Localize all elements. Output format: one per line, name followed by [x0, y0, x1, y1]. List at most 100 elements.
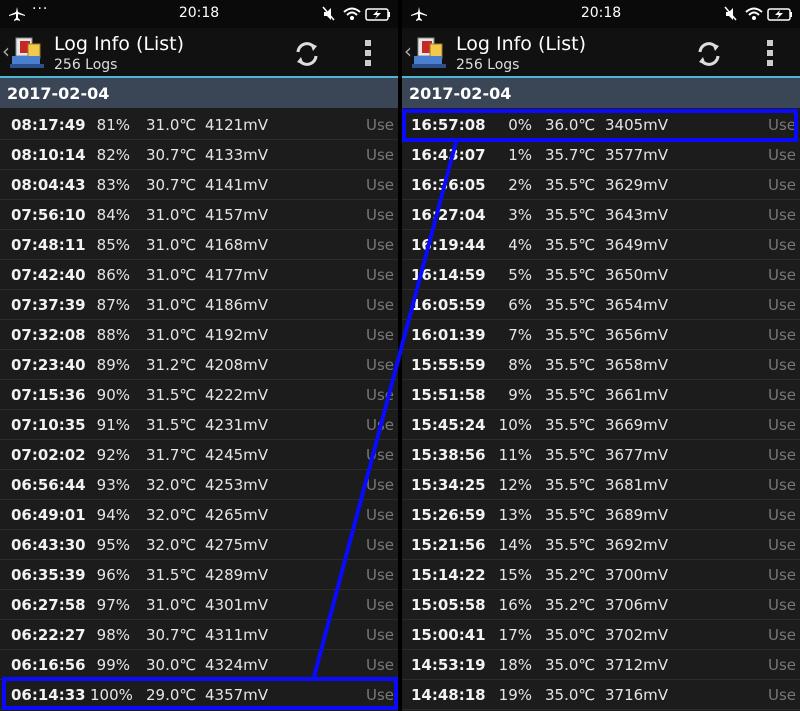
log-row[interactable]: 06:16:56 99% 30.0℃ 4324mV Use [0, 650, 398, 680]
log-row[interactable]: 06:43:30 95% 32.0℃ 4275mV Use [0, 530, 398, 560]
voltage: 4265mV [205, 506, 269, 524]
log-row[interactable]: 16:19:44 4% 35.5℃ 3649mV Use [402, 230, 800, 260]
log-row[interactable]: 08:10:14 82% 30.7℃ 4133mV Use [0, 140, 398, 170]
app-logo-icon[interactable] [10, 36, 46, 70]
log-time: 16:57:08 [411, 116, 486, 134]
log-row[interactable]: 14:53:19 18% 35.0℃ 3712mV Use [402, 650, 800, 680]
battery-percent: 91% [96, 416, 130, 434]
log-row[interactable]: 15:05:58 16% 35.2℃ 3706mV Use [402, 590, 800, 620]
log-row[interactable]: 06:14:33 100% 29.0℃ 4357mV Use [0, 680, 398, 710]
status-icons [724, 6, 792, 21]
log-row[interactable]: 16:57:08 0% 36.0℃ 3405mV Use [402, 110, 800, 140]
temperature: 35.5℃ [545, 476, 596, 494]
use-label: Use [767, 626, 796, 644]
log-row[interactable]: 15:34:25 12% 35.5℃ 3681mV Use [402, 470, 800, 500]
battery-percent: 95% [96, 536, 130, 554]
temperature: 35.0℃ [545, 686, 596, 704]
log-row[interactable]: 16:14:59 5% 35.5℃ 3650mV Use [402, 260, 800, 290]
log-time: 14:53:19 [411, 656, 486, 674]
log-row[interactable]: 15:00:41 17% 35.0℃ 3702mV Use [402, 620, 800, 650]
temperature: 30.0℃ [146, 656, 197, 674]
log-row[interactable]: 07:32:08 88% 31.0℃ 4192mV Use [0, 320, 398, 350]
log-row[interactable]: 07:15:36 90% 31.5℃ 4222mV Use [0, 380, 398, 410]
battery-percent: 16% [498, 596, 532, 614]
use-label: Use [767, 356, 796, 374]
status-bar: 20:18 [402, 0, 800, 28]
log-time: 15:34:25 [411, 476, 486, 494]
log-row[interactable]: 15:51:58 9% 35.5℃ 3661mV Use [402, 380, 800, 410]
log-time: 15:51:58 [411, 386, 486, 404]
log-row[interactable]: 07:56:10 84% 31.0℃ 4157mV Use [0, 200, 398, 230]
log-row[interactable]: 14:48:18 19% 35.0℃ 3716mV Use [402, 680, 800, 710]
log-list[interactable]: 16:57:08 0% 36.0℃ 3405mV Use 16:43:07 1% 35.7℃ 3… [402, 110, 800, 710]
voltage: 3689mV [605, 506, 669, 524]
temperature: 30.7℃ [146, 176, 197, 194]
log-row[interactable]: 06:22:27 98% 30.7℃ 4311mV Use [0, 620, 398, 650]
overflow-menu-icon[interactable] [767, 40, 773, 66]
date-header: 2017-02-04 [0, 78, 398, 108]
temperature: 31.0℃ [146, 266, 197, 284]
app-logo-icon[interactable] [412, 36, 448, 70]
temperature: 35.2℃ [545, 566, 596, 584]
use-label: Use [365, 566, 394, 584]
back-chevron-icon[interactable]: ‹ [404, 39, 412, 63]
date-label: 2017-02-04 [409, 84, 512, 103]
log-time: 16:14:59 [411, 266, 486, 284]
log-row[interactable]: 08:04:43 83% 30.7℃ 4141mV Use [0, 170, 398, 200]
temperature: 32.0℃ [146, 536, 197, 554]
log-row[interactable]: 15:26:59 13% 35.5℃ 3689mV Use [402, 500, 800, 530]
log-row[interactable]: 06:35:39 96% 31.5℃ 4289mV Use [0, 560, 398, 590]
log-row[interactable]: 07:37:39 87% 31.0℃ 4186mV Use [0, 290, 398, 320]
log-row[interactable]: 15:21:56 14% 35.5℃ 3692mV Use [402, 530, 800, 560]
log-row[interactable]: 15:55:59 8% 35.5℃ 3658mV Use [402, 350, 800, 380]
use-label: Use [767, 506, 796, 524]
battery-percent: 82% [96, 146, 130, 164]
log-row[interactable]: 07:02:02 92% 31.7℃ 4245mV Use [0, 440, 398, 470]
log-row[interactable]: 07:48:11 85% 31.0℃ 4168mV Use [0, 230, 398, 260]
log-row[interactable]: 16:36:05 2% 35.5℃ 3629mV Use [402, 170, 800, 200]
back-chevron-icon[interactable]: ‹ [2, 39, 10, 63]
log-row[interactable]: 16:05:59 6% 35.5℃ 3654mV Use [402, 290, 800, 320]
refresh-icon[interactable] [695, 40, 723, 68]
log-row[interactable]: 16:01:39 7% 35.5℃ 3656mV Use [402, 320, 800, 350]
temperature: 35.5℃ [545, 386, 596, 404]
log-time: 15:38:56 [411, 446, 486, 464]
voltage: 3706mV [605, 596, 669, 614]
log-list[interactable]: 08:17:49 81% 31.0℃ 4121mV Use 08:10:14 82% 30.7… [0, 110, 398, 710]
log-row[interactable]: 08:17:49 81% 31.0℃ 4121mV Use [0, 110, 398, 140]
log-row[interactable]: 15:38:56 11% 35.5℃ 3677mV Use [402, 440, 800, 470]
log-row[interactable]: 06:27:58 97% 31.0℃ 4301mV Use [0, 590, 398, 620]
battery-percent: 99% [96, 656, 130, 674]
use-label: Use [767, 416, 796, 434]
log-row[interactable]: 07:10:35 91% 31.5℃ 4231mV Use [0, 410, 398, 440]
log-row[interactable]: 16:27:04 3% 35.5℃ 3643mV Use [402, 200, 800, 230]
log-row[interactable]: 06:56:44 93% 32.0℃ 4253mV Use [0, 470, 398, 500]
use-label: Use [365, 206, 394, 224]
log-time: 15:14:22 [411, 566, 486, 584]
voltage: 3658mV [605, 356, 669, 374]
log-row[interactable]: 06:49:01 94% 32.0℃ 4265mV Use [0, 500, 398, 530]
voltage: 4186mV [205, 296, 269, 314]
battery-percent: 97% [96, 596, 130, 614]
use-label: Use [767, 656, 796, 674]
battery-percent: 12% [498, 476, 532, 494]
use-label: Use [767, 596, 796, 614]
log-row[interactable]: 07:23:40 89% 31.2℃ 4208mV Use [0, 350, 398, 380]
use-label: Use [365, 146, 394, 164]
use-label: Use [767, 386, 796, 404]
refresh-icon[interactable] [293, 40, 321, 68]
log-row[interactable]: 15:14:22 15% 35.2℃ 3700mV Use [402, 560, 800, 590]
log-row[interactable]: 15:45:24 10% 35.5℃ 3669mV Use [402, 410, 800, 440]
log-row[interactable]: 07:42:40 86% 31.0℃ 4177mV Use [0, 260, 398, 290]
log-time: 06:27:58 [11, 596, 86, 614]
overflow-menu-icon[interactable] [365, 40, 371, 66]
status-icons [322, 6, 390, 21]
use-label: Use [365, 326, 394, 344]
date-header: 2017-02-04 [402, 78, 800, 108]
use-label: Use [365, 656, 394, 674]
voltage: 4168mV [205, 236, 269, 254]
log-row[interactable]: 16:43:07 1% 35.7℃ 3577mV Use [402, 140, 800, 170]
temperature: 31.0℃ [146, 116, 197, 134]
use-label: Use [365, 266, 394, 284]
battery-percent: 10% [498, 416, 532, 434]
